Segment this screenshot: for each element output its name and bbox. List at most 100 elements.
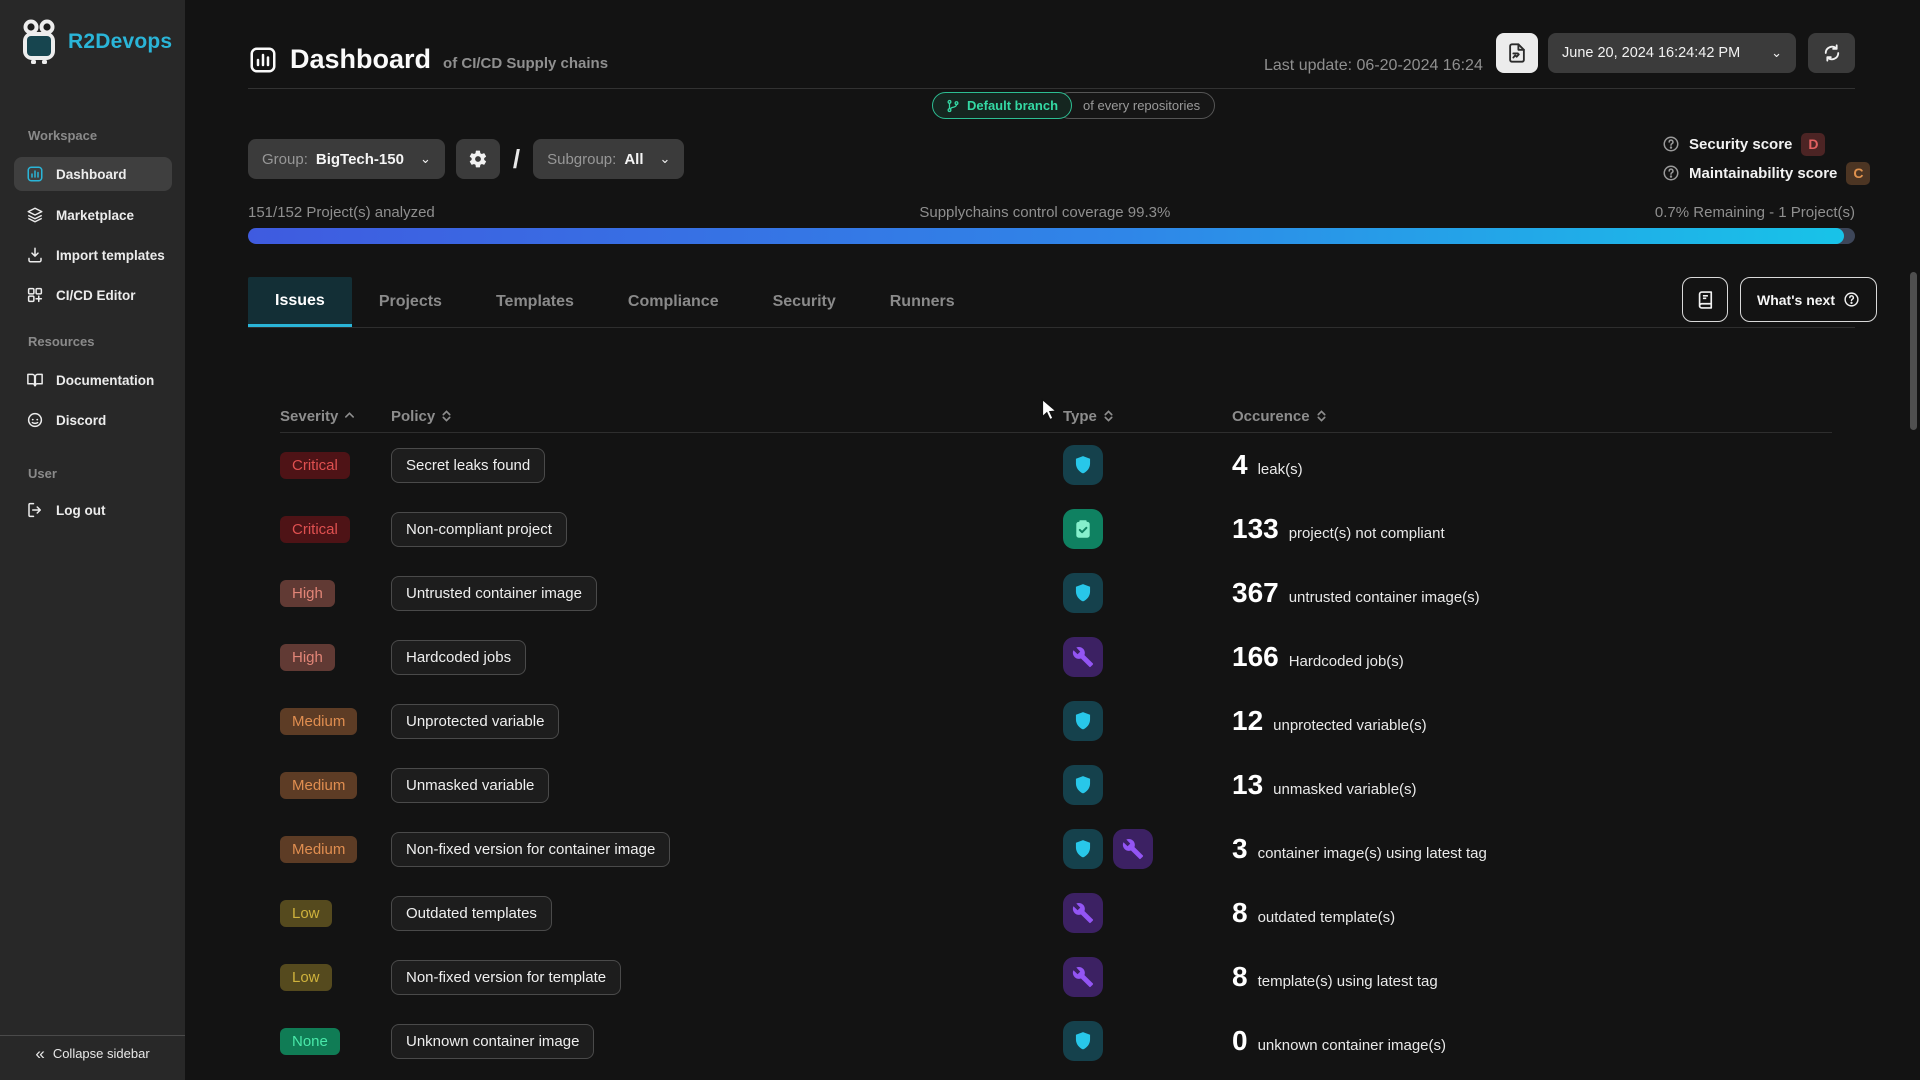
issue-row[interactable]: Medium Non-fixed version for container i… [280, 817, 1832, 881]
page-subtitle: of CI/CD Supply chains [443, 55, 609, 72]
sidebar-item-label: Dashboard [56, 166, 127, 182]
issue-row[interactable]: Medium Unmasked variable 13 unmasked var… [280, 753, 1832, 817]
path-separator: / [512, 143, 521, 174]
header-divider [248, 88, 1855, 89]
tab-bar: Issues Projects Templates Compliance Sec… [248, 277, 982, 327]
group-select[interactable]: Group: BigTech-150 ⌄ [248, 139, 445, 179]
chevron-down-icon: ⌄ [1771, 45, 1782, 60]
default-branch-pill: Default branch [932, 92, 1073, 119]
issue-row[interactable]: Critical Non-compliant project 133 proje… [280, 497, 1832, 561]
tab-templates[interactable]: Templates [469, 277, 601, 327]
datetime-selector[interactable]: June 20, 2024 16:24:42 PM ⌄ [1548, 33, 1796, 73]
collapse-sidebar-button[interactable]: « Collapse sidebar [0, 1045, 185, 1062]
sidebar-item-logout[interactable]: Log out [14, 493, 172, 527]
sidebar-item-discord[interactable]: Discord [14, 403, 172, 437]
occurrence-count: 0 [1232, 1025, 1248, 1056]
sidebar-item-label: Import templates [56, 247, 165, 263]
severity-badge: High [280, 643, 335, 671]
column-header-type[interactable]: Type [1063, 408, 1232, 425]
occurrence-count: 13 [1232, 769, 1264, 800]
shield-icon [1063, 765, 1103, 805]
refresh-button[interactable] [1808, 33, 1855, 73]
occurrence-cell: 166 Hardcoded job(s) [1232, 641, 1832, 673]
sort-asc-icon [345, 412, 355, 418]
type-cell [1063, 765, 1232, 805]
issue-row[interactable]: Medium Unprotected variable 12 unprotect… [280, 689, 1832, 753]
issue-row[interactable]: High Untrusted container image 367 untru… [280, 561, 1832, 625]
column-header-severity[interactable]: Severity [280, 408, 391, 425]
book-icon [1698, 290, 1713, 309]
occurrence-count: 3 [1232, 833, 1248, 864]
group-settings-button[interactable] [455, 139, 500, 179]
sort-both-icon [1317, 410, 1326, 422]
tab-projects[interactable]: Projects [352, 277, 469, 327]
book-icon [27, 373, 43, 387]
sidebar-item-label: Documentation [56, 372, 155, 388]
subgroup-select[interactable]: Subgroup: All ⌄ [533, 139, 685, 179]
section-label-workspace: Workspace [28, 128, 98, 143]
vertical-scrollbar-thumb[interactable] [1910, 272, 1917, 430]
severity-badge: Low [280, 963, 332, 991]
page-title-text: Dashboard [290, 44, 432, 74]
type-cell [1063, 829, 1232, 869]
occurrence-cell: 13 unmasked variable(s) [1232, 769, 1832, 801]
report-button[interactable] [1496, 33, 1538, 73]
issue-row[interactable]: Low Outdated templates 8 outdated templa… [280, 881, 1832, 945]
issues-table-header: Severity Policy Type Occurence [280, 403, 1832, 429]
sidebar-item-documentation[interactable]: Documentation [14, 363, 172, 397]
column-label: Severity [280, 407, 339, 425]
security-score-row: Security score D [1662, 132, 1870, 156]
datetime-value: June 20, 2024 16:24:42 PM [1562, 45, 1741, 61]
question-circle-icon[interactable] [1662, 135, 1680, 153]
tab-issues[interactable]: Issues [248, 277, 352, 327]
occurrence-count: 4 [1232, 449, 1248, 480]
column-header-policy[interactable]: Policy [391, 408, 1063, 425]
sidebar-item-cicd-editor[interactable]: CI/CD Editor [14, 278, 172, 312]
column-header-occurence[interactable]: Occurence [1232, 408, 1832, 425]
type-cell [1063, 701, 1232, 741]
logo: R2Devops [18, 18, 172, 66]
issue-row[interactable]: High Hardcoded jobs 166 Hardcoded job(s) [280, 625, 1832, 689]
policy-pill: Non-compliant project [391, 511, 567, 547]
policy-pill: Unprotected variable [391, 703, 560, 739]
git-branch-icon [947, 99, 959, 112]
security-score-grade: D [1801, 132, 1826, 156]
occurrence-cell: 8 template(s) using latest tag [1232, 961, 1832, 993]
sidebar-item-marketplace[interactable]: Marketplace [14, 198, 172, 232]
sidebar-item-label: Discord [56, 412, 107, 428]
whats-next-label: What's next [1757, 291, 1836, 308]
issue-row[interactable]: Critical Secret leaks found 4 leak(s) [280, 433, 1832, 497]
sort-both-icon [1104, 410, 1113, 422]
whats-next-button[interactable]: What's next [1740, 277, 1878, 322]
shield-icon [1063, 829, 1103, 869]
security-score-label: Security score [1689, 135, 1793, 153]
report-document-icon [1509, 43, 1525, 63]
occurrence-label: unprotected variable(s) [1273, 717, 1427, 734]
sidebar-item-import-templates[interactable]: Import templates [14, 238, 172, 272]
issue-row[interactable]: Low Non-fixed version for template 8 tem… [280, 945, 1832, 1009]
section-label-user: User [28, 466, 57, 481]
wrench-icon [1063, 637, 1103, 677]
occurrence-label: container image(s) using latest tag [1257, 845, 1487, 862]
tab-runners[interactable]: Runners [863, 277, 982, 327]
severity-badge: Critical [280, 451, 350, 479]
tabs-divider [248, 327, 1855, 328]
maintainability-score-grade: C [1846, 161, 1871, 185]
tab-security[interactable]: Security [746, 277, 863, 327]
severity-badge: Medium [280, 835, 358, 863]
tab-compliance[interactable]: Compliance [601, 277, 746, 327]
docs-button[interactable] [1682, 277, 1728, 322]
occurrence-cell: 3 container image(s) using latest tag [1232, 833, 1832, 865]
coverage-progress-bar [248, 228, 1855, 244]
coverage-label: Supplychains control coverage 99.3% [919, 204, 1171, 221]
issue-row[interactable]: None Unknown container image 0 unknown c… [280, 1009, 1832, 1073]
question-circle-icon[interactable] [1662, 164, 1680, 182]
shield-icon [1063, 573, 1103, 613]
occurrence-cell: 367 untrusted container image(s) [1232, 577, 1832, 609]
occurrence-cell: 4 leak(s) [1232, 449, 1832, 481]
progress-fill [248, 228, 1844, 244]
type-cell [1063, 573, 1232, 613]
occurrence-count: 8 [1232, 961, 1248, 992]
sidebar-item-dashboard[interactable]: Dashboard [14, 157, 172, 191]
scores-panel: Security score D Maintainability score C [1662, 132, 1871, 185]
